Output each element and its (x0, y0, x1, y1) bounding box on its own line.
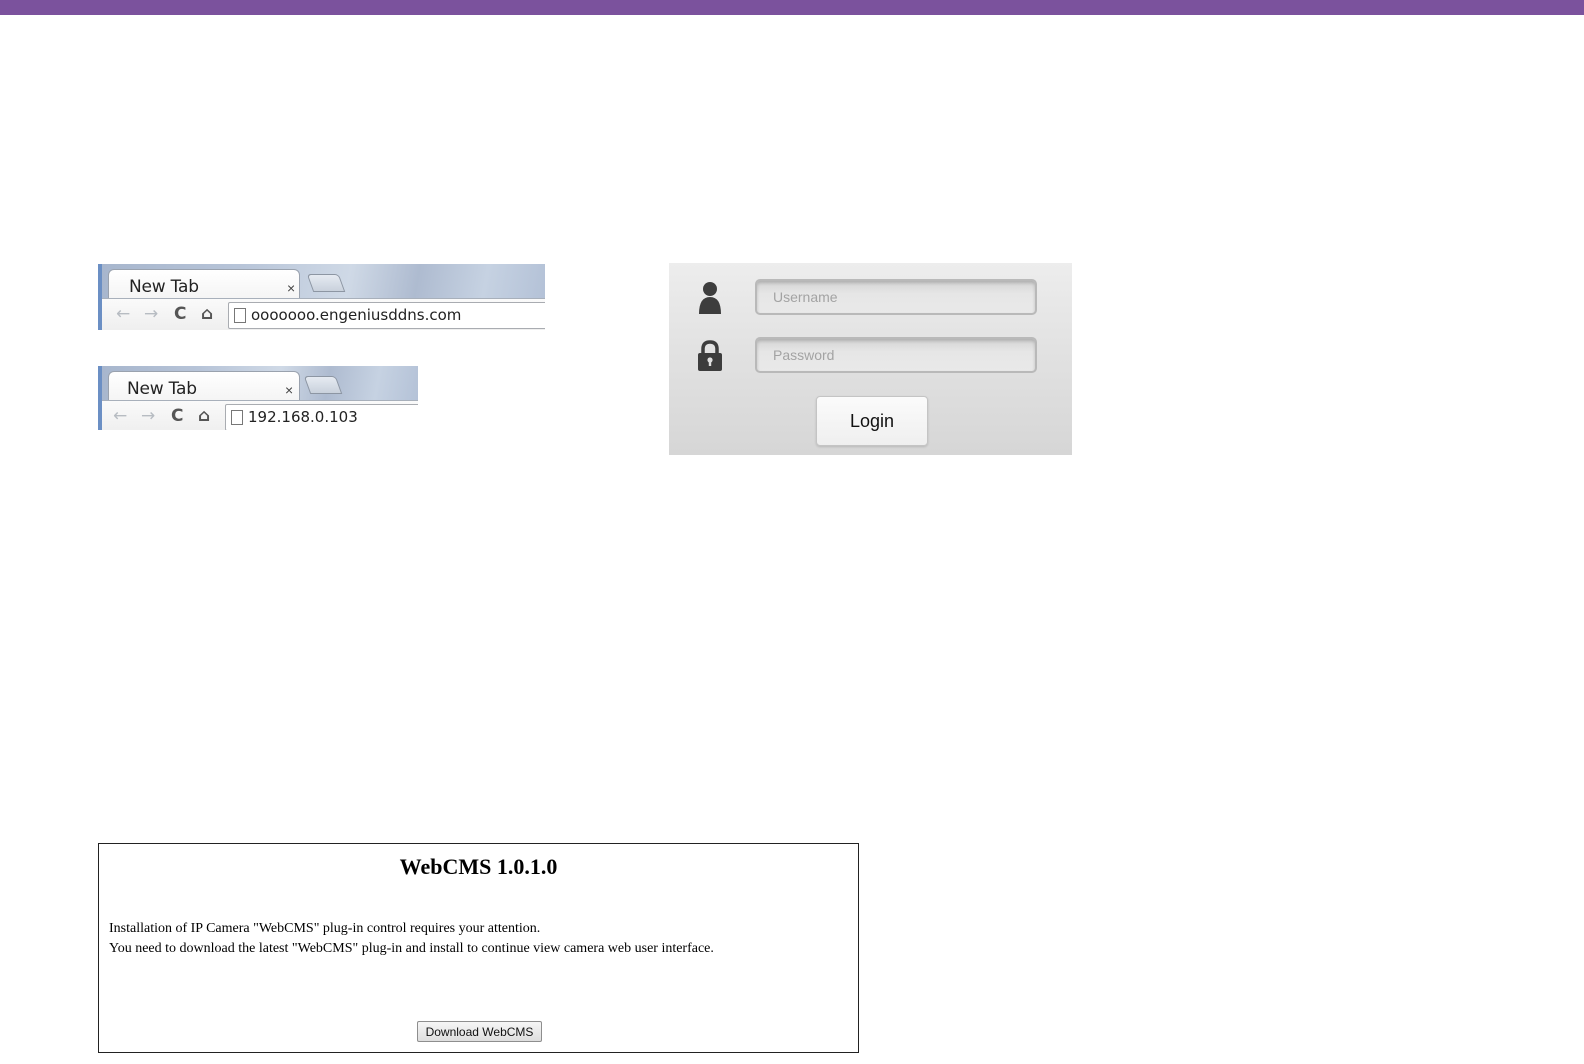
tab-close-icon[interactable]: × (285, 382, 293, 398)
top-accent-bar (0, 0, 1584, 15)
address-bar[interactable]: ooooooo.engeniusddns.com (228, 302, 545, 329)
browser-tab[interactable]: New Tab × (108, 371, 300, 402)
browser-snippet-ip: New Tab × ← → C ⌂ 192.168.0.103 (98, 366, 418, 430)
forward-arrow-icon[interactable]: → (141, 407, 155, 425)
user-icon (699, 282, 721, 314)
browser-toolbar: ← → C ⌂ ooooooo.engeniusddns.com (102, 298, 545, 330)
page-icon (231, 410, 243, 425)
home-icon[interactable]: ⌂ (198, 407, 210, 425)
username-input[interactable] (755, 279, 1037, 315)
webcms-message-line-2: You need to download the latest "WebCMS"… (109, 941, 714, 956)
webcms-message-line-1: Installation of IP Camera "WebCMS" plug-… (109, 921, 541, 936)
new-tab-button[interactable] (306, 274, 346, 292)
browser-toolbar: ← → C ⌂ 192.168.0.103 (102, 400, 418, 430)
browser-tab[interactable]: New Tab × (108, 269, 300, 300)
page-icon (234, 308, 246, 323)
tab-title: New Tab (127, 379, 197, 399)
address-url: ooooooo.engeniusddns.com (251, 306, 462, 324)
tab-title: New Tab (129, 277, 199, 297)
new-tab-button[interactable] (303, 376, 343, 394)
tab-close-icon[interactable]: × (287, 280, 295, 296)
back-arrow-icon[interactable]: ← (116, 305, 130, 323)
forward-arrow-icon[interactable]: → (144, 305, 158, 323)
back-arrow-icon[interactable]: ← (113, 407, 127, 425)
webcms-title: WebCMS 1.0.1.0 (399, 854, 558, 879)
lock-icon (698, 340, 722, 371)
webcms-plugin-panel: WebCMS 1.0.1.0 Installation of IP Camera… (98, 843, 859, 1053)
login-panel: Login (669, 263, 1072, 455)
address-url: 192.168.0.103 (248, 408, 358, 426)
login-button[interactable]: Login (816, 396, 928, 446)
home-icon[interactable]: ⌂ (201, 305, 213, 323)
browser-snippet-ddns: New Tab × ← → C ⌂ ooooooo.engeniusddns.c… (98, 264, 545, 330)
address-bar[interactable]: 192.168.0.103 (225, 404, 418, 430)
reload-icon[interactable]: C (174, 305, 186, 323)
reload-icon[interactable]: C (171, 407, 183, 425)
download-webcms-button[interactable]: Download WebCMS (417, 1021, 542, 1042)
password-input[interactable] (755, 337, 1037, 373)
